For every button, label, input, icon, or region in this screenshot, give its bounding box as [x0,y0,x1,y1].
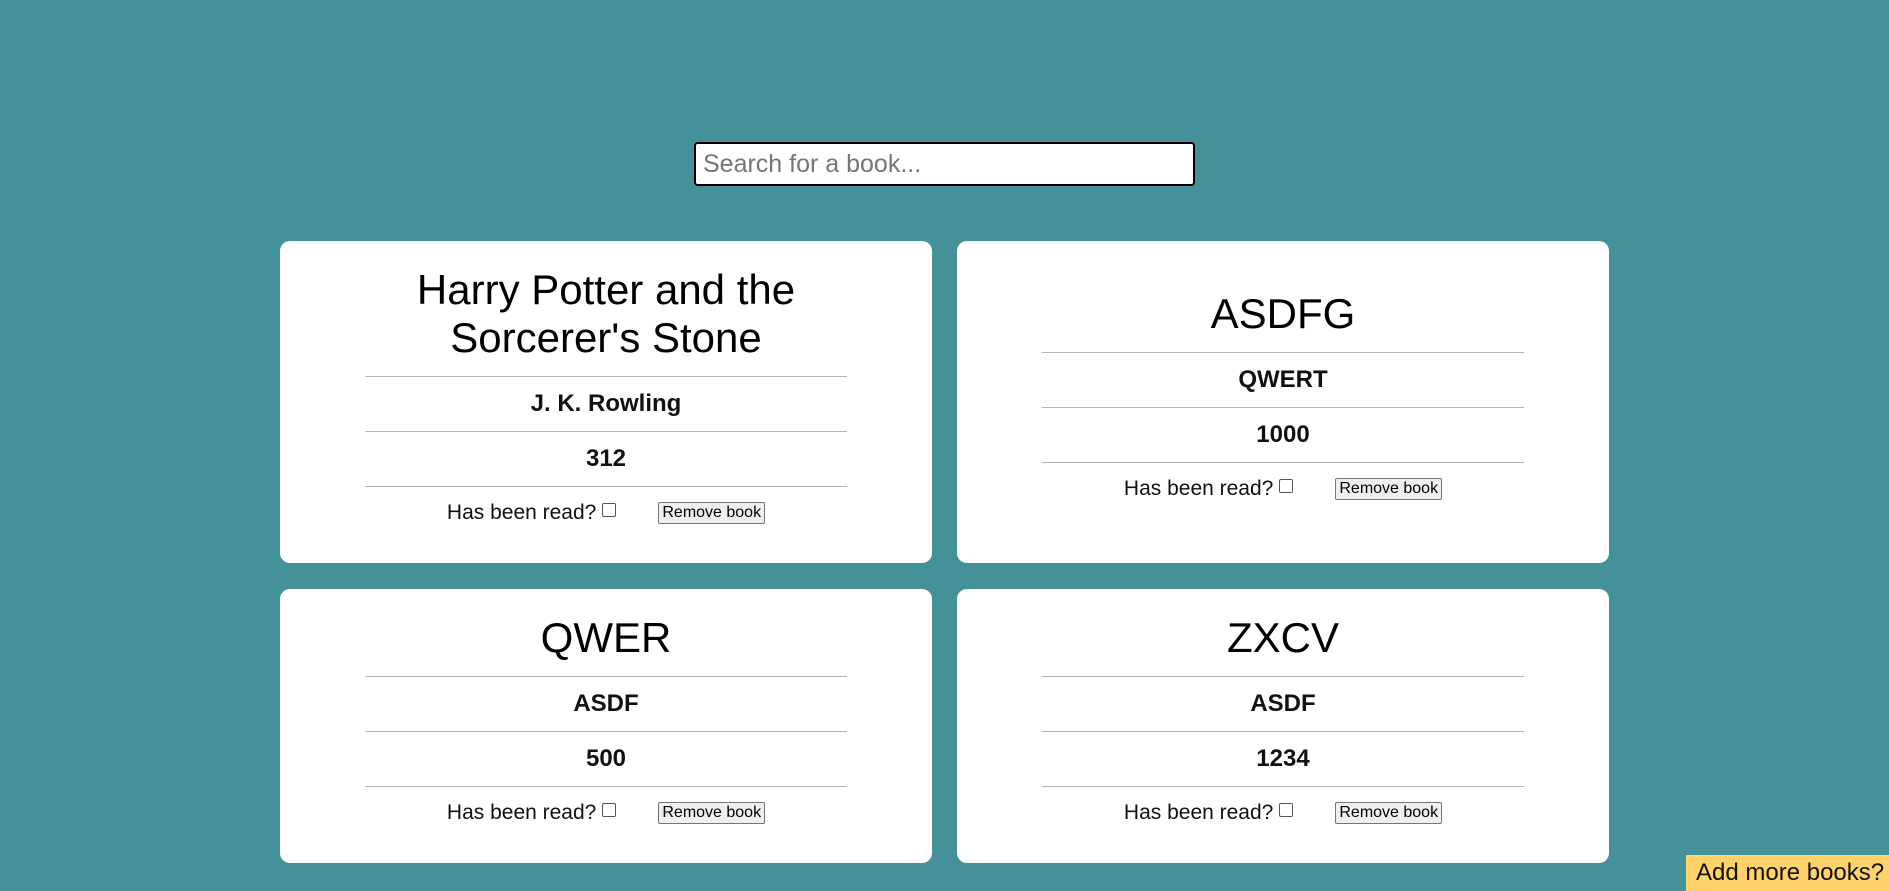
read-checkbox[interactable] [1279,478,1294,493]
read-label: Has been read? [446,500,597,524]
remove-book-button[interactable]: Remove book [658,501,766,524]
read-label: Has been read? [446,800,597,824]
book-actions: Has been read? Remove book [365,787,847,839]
book-author: ASDF [573,689,639,717]
read-toggle[interactable]: Has been read? [1123,800,1294,825]
book-card: ZXCV ASDF 1234 Has been read? Remove boo… [957,589,1609,863]
book-author: ASDF [1250,689,1316,717]
search-bar [694,142,1195,186]
book-title: Harry Potter and the Sorcerer's Stone [416,265,796,361]
add-more-books-button[interactable]: Add more books? [1686,855,1889,891]
book-pages: 1000 [1256,420,1310,448]
book-pages: 1234 [1256,744,1310,772]
remove-book-button[interactable]: Remove book [658,801,766,824]
read-checkbox[interactable] [602,802,617,817]
book-title: QWER [540,613,672,661]
read-label: Has been read? [1123,800,1274,824]
book-author: QWERT [1238,365,1328,393]
book-card: Harry Potter and the Sorcerer's Stone J.… [280,241,932,563]
read-toggle[interactable]: Has been read? [446,500,617,525]
book-pages: 312 [585,444,627,472]
book-actions: Has been read? Remove book [365,487,847,539]
read-toggle[interactable]: Has been read? [1123,476,1294,501]
read-checkbox[interactable] [602,502,617,517]
book-title: ASDFG [1210,289,1356,337]
search-input[interactable] [694,142,1195,186]
remove-book-button[interactable]: Remove book [1335,477,1443,500]
book-card: ASDFG QWERT 1000 Has been read? Remove b… [957,241,1609,563]
book-actions: Has been read? Remove book [1042,787,1524,839]
book-author: J. K. Rowling [530,389,682,417]
book-pages: 500 [585,744,627,772]
read-toggle[interactable]: Has been read? [446,800,617,825]
book-actions: Has been read? Remove book [1042,463,1524,515]
remove-book-button[interactable]: Remove book [1335,801,1443,824]
read-label: Has been read? [1123,476,1274,500]
book-card: QWER ASDF 500 Has been read? Remove book [280,589,932,863]
read-checkbox[interactable] [1279,802,1294,817]
book-title: ZXCV [1226,613,1339,661]
